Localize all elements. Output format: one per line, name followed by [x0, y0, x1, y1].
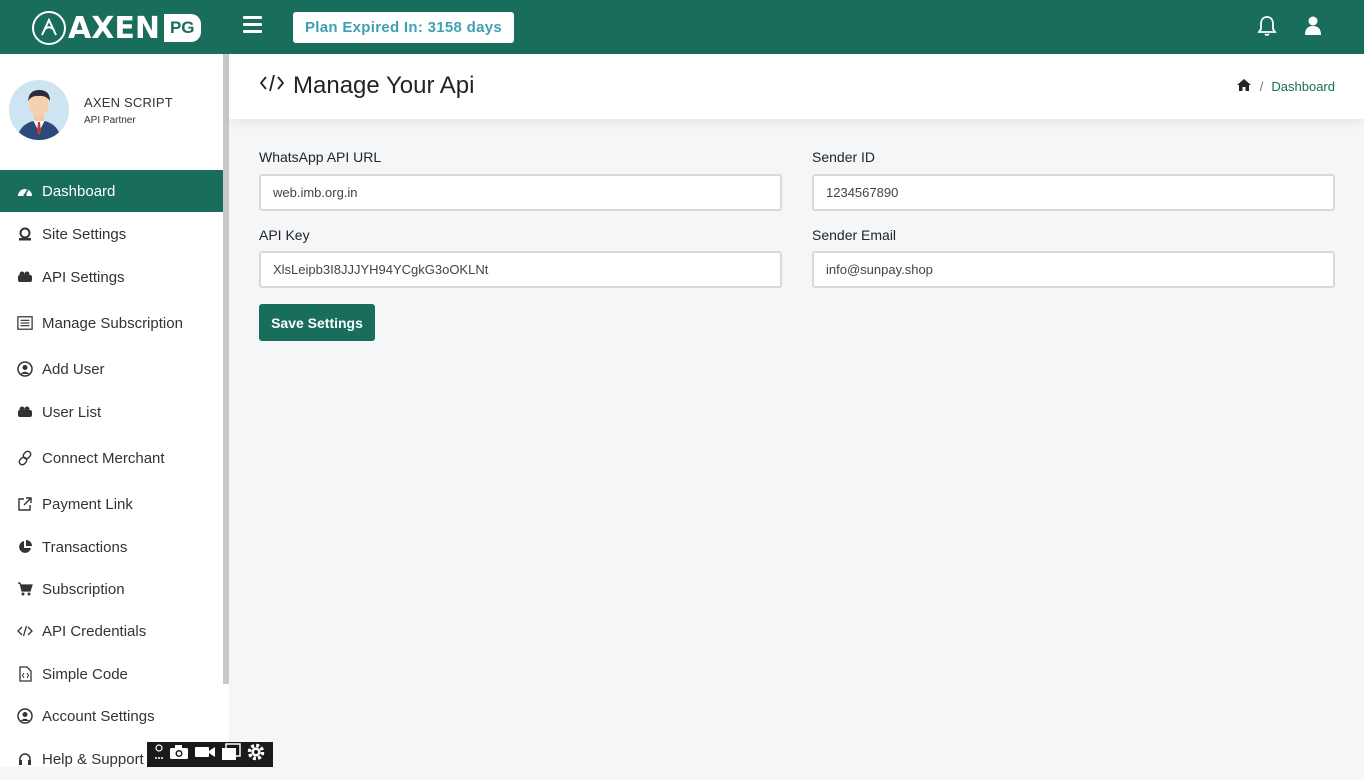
sidebar-item-label: Simple Code [42, 665, 128, 683]
dashboard-icon [17, 183, 33, 199]
cart-icon [17, 581, 33, 597]
gear-icon[interactable] [246, 742, 266, 767]
sidebar-item-label: Account Settings [42, 707, 155, 725]
whatsapp-api-url-input[interactable] [259, 174, 782, 211]
users-icon [17, 404, 33, 420]
screen-recorder-toolbar [147, 742, 273, 767]
video-camera-icon[interactable] [194, 745, 216, 764]
pie-chart-icon [17, 539, 33, 555]
api-key-label: API Key [259, 227, 310, 243]
profile-role: API Partner [84, 114, 136, 126]
sender-id-input[interactable] [812, 174, 1335, 211]
code-icon [17, 623, 33, 639]
content-header: Manage Your Api / Dashboard [229, 54, 1364, 119]
window-copy-icon[interactable] [221, 743, 241, 766]
code-icon [259, 72, 285, 100]
sidebar-item-subscription[interactable]: Subscription [0, 568, 223, 610]
sidebar-item-transactions[interactable]: Transactions [0, 526, 223, 568]
sender-id-label: Sender ID [812, 149, 876, 165]
top-navbar: AXEN PG Plan Expired In: 3158 days [0, 0, 1364, 54]
brand-logo[interactable]: AXEN PG [32, 10, 201, 46]
sidebar-item-label: Connect Merchant [42, 449, 165, 467]
page-title: Manage Your Api [259, 72, 475, 100]
breadcrumb-dashboard-link[interactable]: Dashboard [1271, 79, 1335, 94]
logo-text: AXEN [68, 10, 160, 46]
sidebar-item-add-user[interactable]: Add User [0, 348, 223, 390]
sidebar-scrollbar[interactable] [223, 54, 229, 684]
link-icon[interactable] [154, 744, 164, 765]
sender-email-input[interactable] [812, 251, 1335, 288]
sidebar-item-api-credentials[interactable]: API Credentials [0, 610, 223, 652]
sidebar-item-label: API Settings [42, 268, 125, 286]
sidebar-item-label: Add User [42, 360, 105, 378]
sidebar-item-simple-code[interactable]: Simple Code [0, 653, 223, 695]
sidebar-item-manage-subscription[interactable]: Manage Subscription [0, 302, 223, 344]
sidebar-item-api-settings[interactable]: API Settings [0, 256, 223, 298]
external-link-icon [17, 496, 33, 512]
user-profile: AXEN SCRIPT API Partner [9, 80, 173, 140]
api-settings-icon [17, 269, 33, 285]
sidebar-item-label: API Credentials [42, 622, 147, 640]
site-settings-icon [17, 226, 33, 242]
list-icon [17, 315, 33, 331]
breadcrumb: / Dashboard [1236, 78, 1335, 95]
user-menu-icon[interactable] [1305, 16, 1321, 41]
headset-icon [17, 751, 33, 767]
sidebar-item-connect-merchant[interactable]: Connect Merchant [0, 437, 223, 479]
sidebar-item-label: Transactions [42, 538, 128, 556]
sidebar-item-label: Dashboard [42, 182, 116, 200]
sidebar-item-label: User List [42, 403, 102, 421]
sidebar-item-site-settings[interactable]: Site Settings [0, 213, 223, 255]
plan-expiry-badge: Plan Expired In: 3158 days [293, 12, 514, 43]
api-key-input[interactable] [259, 251, 782, 288]
account-circle-icon [17, 708, 33, 724]
breadcrumb-separator: / [1259, 79, 1264, 94]
user-circle-icon [17, 361, 33, 377]
sidebar-item-account-settings[interactable]: Account Settings [0, 695, 223, 737]
sidebar-item-label: Site Settings [42, 225, 127, 243]
page-title-text: Manage Your Api [293, 72, 475, 99]
sidebar-item-dashboard[interactable]: Dashboard [0, 170, 223, 212]
logo-emblem-icon [32, 11, 66, 45]
home-icon[interactable] [1236, 78, 1252, 95]
link-icon [17, 450, 33, 466]
sender-email-label: Sender Email [812, 227, 897, 243]
avatar [9, 80, 69, 140]
profile-name: AXEN SCRIPT [84, 94, 173, 110]
save-settings-button[interactable]: Save Settings [259, 304, 375, 341]
file-code-icon [17, 666, 33, 682]
whatsapp-api-url-label: WhatsApp API URL [259, 149, 382, 165]
sidebar-item-label: Subscription [42, 580, 125, 598]
sidebar-item-label: Manage Subscription [42, 314, 183, 332]
logo-suffix: PG [163, 14, 201, 42]
sidebar-item-label: Payment Link [42, 495, 133, 513]
sidebar-item-label: Help & Support [42, 750, 144, 768]
menu-toggle-icon[interactable] [243, 16, 263, 34]
sidebar-item-payment-link[interactable]: Payment Link [0, 483, 223, 525]
notification-bell-icon[interactable] [1257, 15, 1277, 42]
sidebar-item-user-list[interactable]: User List [0, 391, 223, 433]
camera-icon[interactable] [169, 744, 189, 765]
sidebar: AXEN SCRIPT API Partner Dashboard Site S… [0, 54, 223, 768]
